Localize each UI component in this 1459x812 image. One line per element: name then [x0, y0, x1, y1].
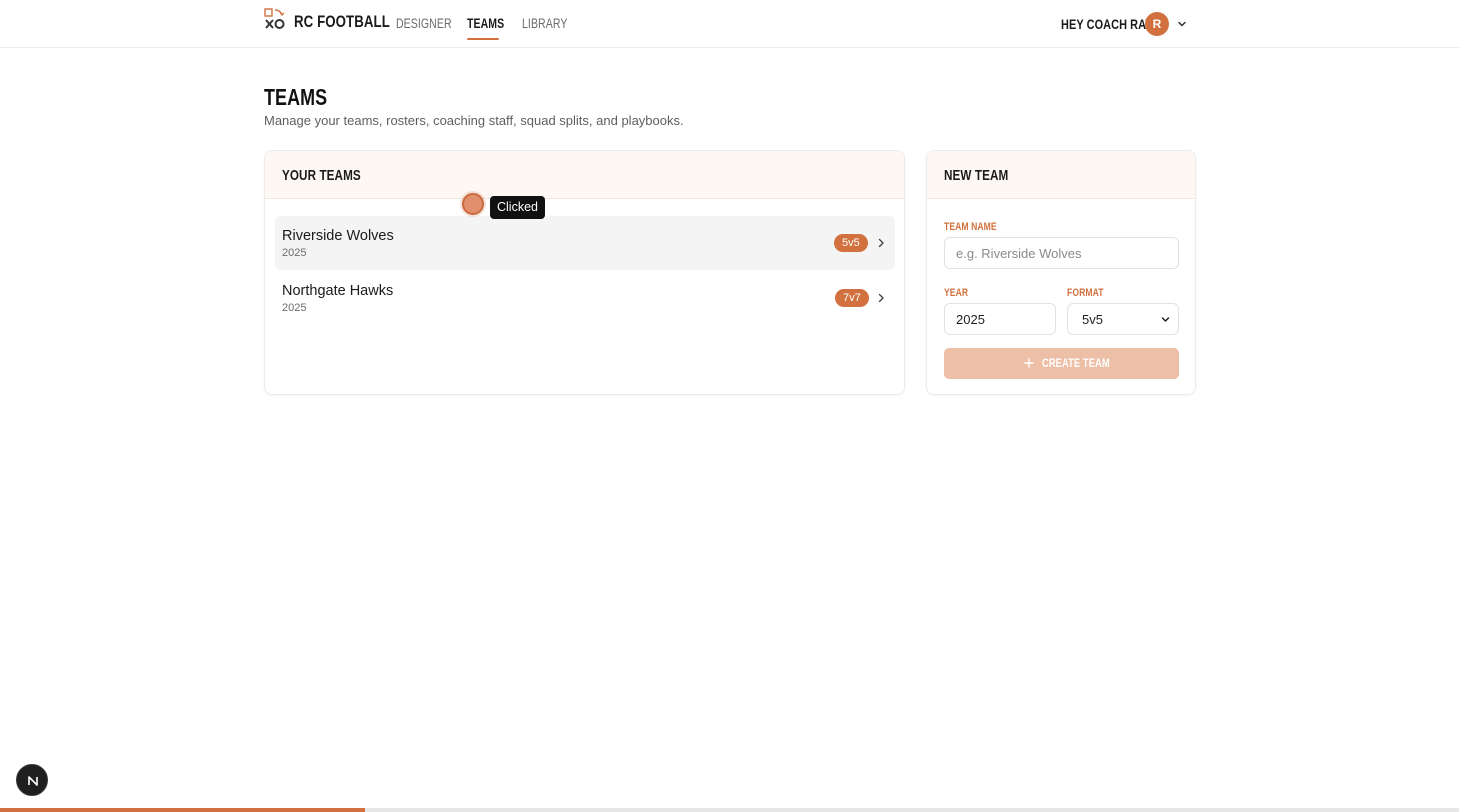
- nav-library[interactable]: LIBRARY: [522, 16, 567, 31]
- nav-designer[interactable]: DESIGNER: [396, 16, 452, 31]
- new-team-header: NEW TEAM: [927, 151, 1195, 199]
- plus-icon: [1024, 358, 1034, 368]
- your-teams-title: YOUR TEAMS: [282, 167, 361, 184]
- page-subtitle: Manage your teams, rosters, coaching sta…: [264, 113, 684, 128]
- team-name-label: TEAM NAME: [944, 221, 997, 233]
- format-badge: 7v7: [835, 289, 869, 307]
- progress-fill: [0, 808, 365, 812]
- page-title: TEAMS: [264, 84, 328, 110]
- brand-name[interactable]: RC FOOTBALL: [294, 12, 390, 32]
- avatar[interactable]: R: [1145, 12, 1169, 36]
- your-teams-card: YOUR TEAMS Riverside Wolves 2025 5v5 Nor…: [264, 150, 905, 395]
- dev-tools-button[interactable]: [16, 764, 48, 796]
- chevron-right-icon: [878, 238, 884, 248]
- chevron-down-icon[interactable]: [1176, 18, 1188, 30]
- team-row-riverside-wolves[interactable]: Riverside Wolves 2025 5v5: [275, 216, 895, 270]
- progress-bar: [0, 808, 1459, 812]
- team-year: 2025: [282, 302, 307, 314]
- team-row-northgate-hawks[interactable]: Northgate Hawks 2025 7v7: [275, 271, 895, 325]
- year-input[interactable]: [944, 303, 1056, 335]
- format-select[interactable]: 5v5: [1067, 303, 1179, 335]
- chevron-right-icon: [878, 293, 884, 303]
- nav-teams[interactable]: TEAMS: [467, 16, 504, 31]
- new-team-card: NEW TEAM TEAM NAME YEAR FORMAT 5v5 CREAT…: [926, 150, 1196, 395]
- clicked-tooltip: Clicked: [490, 196, 545, 219]
- xo-play-icon[interactable]: [264, 8, 286, 32]
- user-greeting[interactable]: HEY COACH RAY: [1061, 16, 1152, 32]
- team-name-input[interactable]: [944, 237, 1179, 269]
- create-team-button[interactable]: CREATE TEAM: [944, 348, 1179, 379]
- team-name: Riverside Wolves: [282, 228, 394, 244]
- n-logo-icon: [28, 776, 38, 786]
- format-label: FORMAT: [1067, 287, 1104, 299]
- active-nav-indicator: [467, 38, 499, 40]
- year-label: YEAR: [944, 287, 969, 299]
- team-year: 2025: [282, 247, 307, 259]
- format-badge: 5v5: [834, 234, 868, 252]
- your-teams-header: YOUR TEAMS: [265, 151, 904, 199]
- new-team-title: NEW TEAM: [944, 167, 1009, 184]
- team-name: Northgate Hawks: [282, 283, 394, 299]
- click-marker: [462, 193, 484, 215]
- create-team-label: CREATE TEAM: [1042, 356, 1110, 370]
- chevron-down-icon: [1161, 317, 1170, 322]
- top-navigation-bar: RC FOOTBALL DESIGNER TEAMS LIBRARY HEY C…: [0, 0, 1459, 48]
- format-select-value: 5v5: [1082, 312, 1103, 327]
